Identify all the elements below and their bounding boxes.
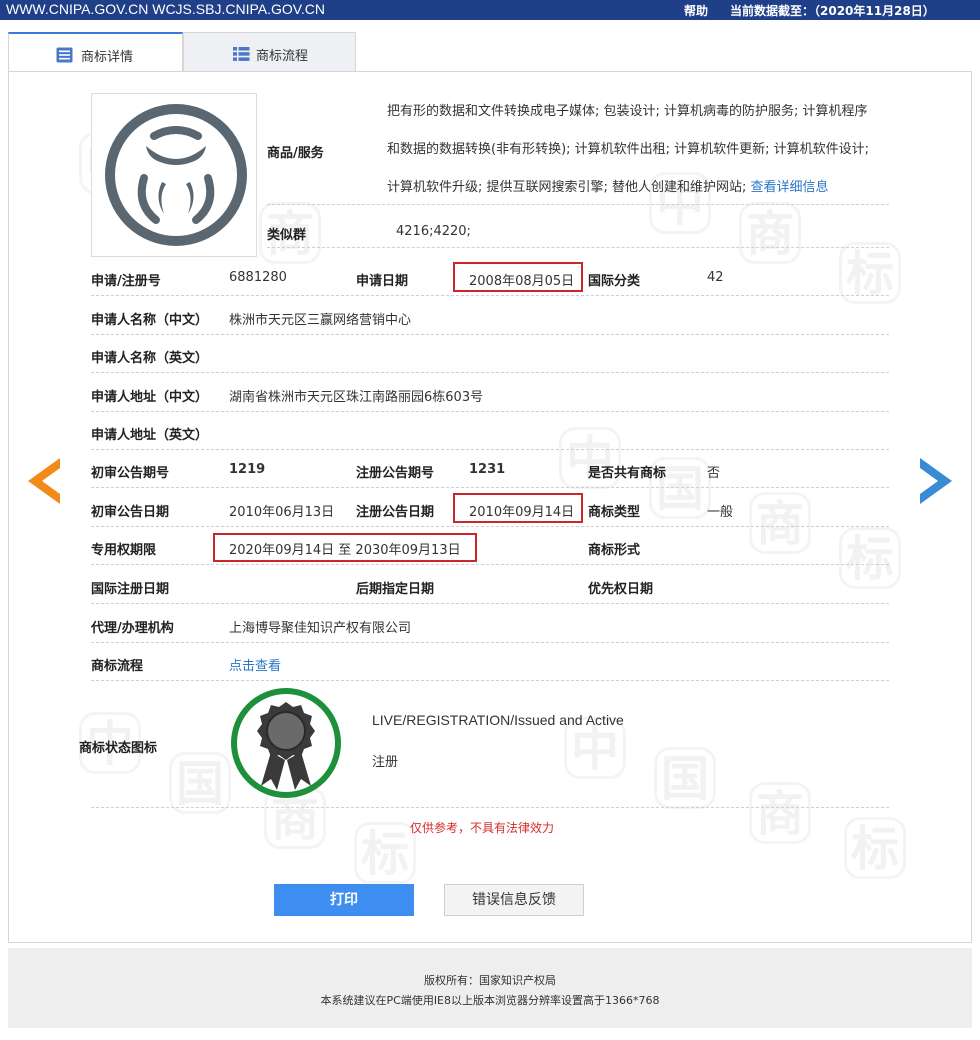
priority-date-label: 优先权日期 — [588, 582, 654, 597]
feedback-button[interactable]: 错误信息反馈 — [444, 884, 584, 916]
divider — [91, 487, 889, 488]
tab-trademark-details[interactable]: 商标详情 — [8, 32, 183, 72]
intl-reg-date-label: 国际注册日期 — [91, 582, 170, 597]
reg-pub-date-label: 注册公告日期 — [356, 505, 435, 520]
process-label: 商标流程 — [91, 659, 144, 674]
divider — [91, 411, 889, 412]
address-cn-value: 湖南省株洲市天元区珠江南路丽园6栋603号 — [229, 390, 484, 405]
watermark: 标 — [839, 527, 901, 589]
watermark: 国 — [654, 747, 716, 809]
similar-group-label: 类似群 — [267, 228, 307, 243]
data-as-of: 当前数据截至：（2020年11月28日） — [730, 4, 935, 18]
tab-bar: 商标详情 商标流程 — [8, 32, 972, 72]
status-cn: 注册 — [372, 755, 399, 770]
tm-form-label: 商标形式 — [588, 543, 641, 558]
divider — [91, 564, 889, 565]
watermark: 商 — [739, 202, 801, 264]
tm-type-value: 一般 — [707, 505, 734, 520]
footer: 版权所有：国家知识产权局 本系统建议在PC端使用IE8以上版本浏览器分辨率设置高… — [8, 948, 972, 1028]
goods-line: 把有形的数据和文件转换成电子媒体; 包装设计; 计算机病毒的防护服务; 计算机程… — [387, 104, 868, 119]
intl-class-label: 国际分类 — [588, 274, 641, 289]
watermark: 标 — [354, 822, 416, 884]
reg-no-value: 6881280 — [229, 270, 287, 285]
list-doc-icon — [56, 47, 73, 63]
next-arrow-icon[interactable] — [920, 458, 952, 504]
reg-pub-no-label: 注册公告期号 — [356, 466, 435, 481]
trademark-logo — [105, 104, 247, 246]
process-view-link[interactable]: 点击查看 — [229, 655, 281, 674]
divider — [91, 449, 889, 450]
divider — [267, 204, 889, 205]
tm-type-label: 商标类型 — [588, 505, 641, 520]
exclusive-period-label: 专用权期限 — [91, 543, 157, 558]
prelim-pub-no-label: 初审公告期号 — [91, 466, 170, 481]
goods-line: 和数据的数据转换(非有形转换); 计算机软件出租; 计算机软件更新; 计算机软件… — [387, 142, 870, 157]
watermark: 标 — [844, 817, 906, 879]
divider — [91, 372, 889, 373]
agent-value: 上海博导聚佳知识产权有限公司 — [229, 621, 412, 636]
status-badge-icon — [231, 688, 341, 798]
goods-line-text: 计算机软件升级; 提供互联网搜索引擎; 替他人创建和维护网站; — [387, 180, 751, 195]
watermark: 商 — [749, 782, 811, 844]
divider — [91, 334, 889, 335]
top-bar: WWW.CNIPA.GOV.CN WCJS.SBJ.CNIPA.GOV.CN 帮… — [0, 0, 980, 20]
applicant-cn-label: 申请人名称（中文） — [91, 313, 209, 328]
address-en-label: 申请人地址（英文） — [91, 428, 209, 443]
reg-pub-no-value: 1231 — [469, 462, 506, 477]
view-details-link[interactable]: 查看详细信息 — [751, 180, 829, 195]
applicant-cn-value: 株洲市天元区三赢网络营销中心 — [229, 313, 412, 328]
divider — [91, 680, 889, 681]
status-label: 商标状态图标 — [79, 741, 158, 756]
applicant-en-label: 申请人名称（英文） — [91, 351, 209, 366]
reg-no-label: 申请/注册号 — [91, 274, 161, 289]
status-en: LIVE/REGISTRATION/Issued and Active — [372, 712, 624, 728]
goods-line: 计算机软件升级; 提供互联网搜索引擎; 替他人创建和维护网站; 查看详细信息 — [387, 169, 897, 207]
agent-label: 代理/办理机构 — [91, 621, 174, 636]
divider — [267, 247, 889, 248]
disclaimer: 仅供参考，不具有法律效力 — [410, 821, 555, 835]
watermark: 商 — [749, 492, 811, 554]
goods-services-label: 商品/服务 — [267, 146, 324, 161]
tab-label: 商标流程 — [256, 49, 309, 64]
trademark-image — [91, 93, 257, 257]
print-button[interactable]: 打印 — [274, 884, 414, 916]
copyright: 版权所有：国家知识产权局 — [424, 974, 556, 987]
help-link[interactable]: 帮助 — [684, 2, 708, 19]
tab-trademark-process[interactable]: 商标流程 — [183, 32, 356, 72]
highlight-box — [453, 262, 583, 292]
prelim-pub-date-value: 2010年06月13日 — [229, 505, 335, 520]
shared-value: 否 — [707, 466, 721, 481]
grid-list-icon — [233, 47, 250, 61]
similar-group-value: 4216;4220; — [396, 224, 471, 239]
divider — [91, 603, 889, 604]
later-designation-label: 后期指定日期 — [356, 582, 435, 597]
site-url: WWW.CNIPA.GOV.CN WCJS.SBJ.CNIPA.GOV.CN — [6, 1, 325, 17]
goods-services-text: 把有形的数据和文件转换成电子媒体; 包装设计; 计算机病毒的防护服务; 计算机程… — [387, 93, 897, 207]
prelim-pub-no-value: 1219 — [229, 462, 266, 477]
shared-label: 是否共有商标 — [588, 466, 667, 481]
divider — [91, 526, 889, 527]
intl-class-value: 42 — [707, 270, 724, 285]
divider — [91, 642, 889, 643]
prev-arrow-icon[interactable] — [28, 458, 60, 504]
tab-label: 商标详情 — [81, 50, 134, 65]
app-date-label: 申请日期 — [356, 274, 409, 289]
divider — [91, 295, 889, 296]
divider — [91, 807, 889, 808]
watermark: 国 — [169, 752, 231, 814]
trademark-detail-panel: 中 国 商 中 商 标 中 国 商 标 中 国 商 标 中 国 商 标 商品/服… — [8, 71, 972, 943]
highlight-box — [213, 533, 477, 562]
highlight-box — [453, 493, 583, 523]
prelim-pub-date-label: 初审公告日期 — [91, 505, 170, 520]
address-cn-label: 申请人地址（中文） — [91, 390, 209, 405]
browser-note: 本系统建议在PC端使用IE8以上版本浏览器分辨率设置高于1366*768 — [320, 994, 660, 1007]
